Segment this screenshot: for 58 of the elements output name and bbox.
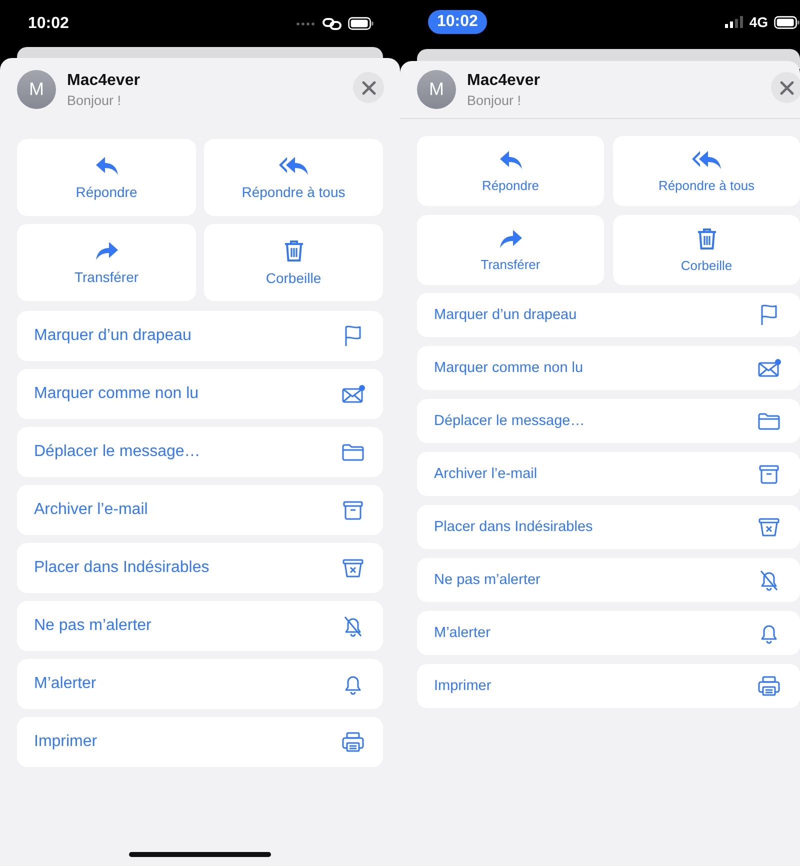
menu-item[interactable]: Ne pas m’alerter	[417, 558, 800, 602]
printer-icon	[757, 675, 781, 697]
battery-icon	[774, 16, 800, 28]
forward-button[interactable]: Transférer	[417, 215, 604, 285]
menu-item[interactable]: M’alerter	[17, 659, 383, 709]
reply-button[interactable]: Répondre	[417, 136, 604, 206]
close-icon	[780, 80, 794, 94]
menu-item[interactable]: Déplacer le message…	[17, 427, 383, 477]
junk-box-icon	[341, 557, 365, 579]
signal-bars-icon	[725, 16, 744, 28]
close-button[interactable]	[771, 72, 800, 103]
menu-item[interactable]: Placer dans Indésirables	[417, 505, 800, 549]
reply-all-button[interactable]: Répondre à tous	[613, 136, 800, 206]
menu-item[interactable]: Marquer d’un drapeau	[417, 293, 800, 337]
forward-icon	[498, 228, 522, 248]
forward-icon	[94, 240, 118, 260]
menu-item[interactable]: Placer dans Indésirables	[17, 543, 383, 593]
trash-icon	[696, 228, 716, 250]
reply-all-button[interactable]: Répondre à tous	[204, 139, 383, 216]
menu-item[interactable]: Imprimer	[17, 717, 383, 767]
menu-item[interactable]: M’alerter	[417, 611, 800, 655]
reply-all-icon	[278, 156, 308, 176]
close-button[interactable]	[353, 72, 384, 103]
menu-item[interactable]: Déplacer le message…	[417, 399, 800, 443]
unread-mail-icon	[341, 383, 365, 405]
printer-icon	[341, 731, 365, 753]
trash-button[interactable]: Corbeille	[613, 215, 800, 285]
reply-all-icon	[692, 150, 722, 170]
reply-icon	[94, 156, 118, 176]
menu-item[interactable]: Marquer comme non lu	[17, 369, 383, 419]
status-time: 10:02	[28, 14, 69, 32]
avatar: M	[17, 70, 56, 109]
menu-item[interactable]: Archiver l’e-mail	[417, 452, 800, 496]
signal-dots-icon	[296, 22, 316, 26]
message-preview: Bonjour !	[467, 92, 522, 108]
menu-item[interactable]: Marquer comme non lu	[417, 346, 800, 390]
sender-name: Mac4ever	[467, 72, 541, 90]
network-label: 4G	[749, 14, 768, 30]
avatar: M	[417, 70, 456, 109]
menu-item[interactable]: Imprimer	[417, 664, 800, 708]
link-icon	[322, 16, 342, 30]
unread-mail-icon	[757, 357, 781, 379]
trash-button[interactable]: Corbeille	[204, 224, 383, 301]
archive-box-icon	[341, 499, 365, 521]
message-preview: Bonjour !	[67, 92, 122, 108]
junk-box-icon	[757, 516, 781, 538]
menu-item[interactable]: Marquer d’un drapeau	[17, 311, 383, 361]
reply-icon	[498, 150, 522, 170]
forward-button[interactable]: Transférer	[17, 224, 196, 301]
archive-box-icon	[757, 463, 781, 485]
reply-button[interactable]: Répondre	[17, 139, 196, 216]
status-time: 10:02	[428, 10, 487, 34]
battery-icon	[348, 17, 374, 30]
trash-icon	[284, 240, 304, 262]
close-icon	[362, 80, 376, 94]
menu-item[interactable]: Ne pas m’alerter	[17, 601, 383, 651]
menu-item[interactable]: Archiver l’e-mail	[17, 485, 383, 535]
sender-name: Mac4ever	[67, 72, 141, 90]
